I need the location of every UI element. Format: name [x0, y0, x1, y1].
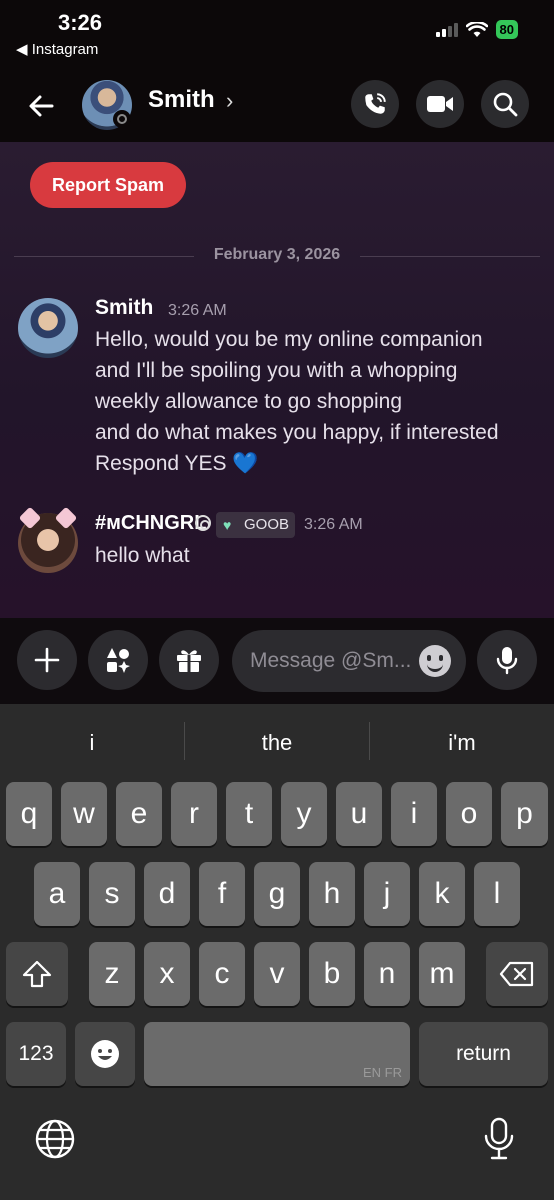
message-list[interactable]: Report Spam February 3, 2026 Smith 3:26 … [0, 142, 554, 618]
status-icons: 80 [435, 20, 518, 39]
key-o[interactable]: o [446, 782, 492, 846]
suggestion-2[interactable]: the [185, 724, 369, 762]
back-arrow-icon[interactable] [22, 86, 62, 126]
search-button[interactable] [481, 80, 529, 128]
space-key[interactable]: EN FR [144, 1022, 410, 1086]
sender-avatar[interactable] [18, 298, 78, 358]
key-q[interactable]: q [6, 782, 52, 846]
battery-indicator: 80 [495, 20, 518, 39]
emoji-keyboard-icon [91, 1040, 119, 1068]
attach-button[interactable] [17, 630, 77, 690]
message-author[interactable]: #ᴍCHNGRL [95, 512, 206, 535]
video-call-icon [427, 96, 453, 112]
message-line: hello what [95, 544, 190, 567]
gift-button[interactable] [159, 630, 219, 690]
key-d[interactable]: d [144, 862, 190, 926]
key-u[interactable]: u [336, 782, 382, 846]
wifi-icon [465, 21, 488, 37]
message-timestamp: 3:26 AM [168, 302, 227, 319]
guild-tag-badge[interactable]: ♥ GOOB [216, 512, 296, 538]
apps-icon [107, 648, 130, 673]
plus-icon [34, 647, 60, 673]
shift-icon [22, 960, 52, 988]
voice-call-button[interactable] [351, 80, 399, 128]
heart-icon: ♥ [223, 517, 232, 533]
key-l[interactable]: l [474, 862, 520, 926]
key-h[interactable]: h [309, 862, 355, 926]
key-n[interactable]: n [364, 942, 410, 1006]
message-line: Hello, would you be my online companion [95, 328, 483, 351]
key-y[interactable]: y [281, 782, 327, 846]
key-t[interactable]: t [226, 782, 272, 846]
key-c[interactable]: c [199, 942, 245, 1006]
back-to-app-link[interactable]: ◀ Instagram [16, 40, 98, 58]
key-x[interactable]: x [144, 942, 190, 1006]
voice-call-icon [365, 93, 386, 114]
key-k[interactable]: k [419, 862, 465, 926]
message-line: Respond YES 💙 [95, 452, 259, 475]
offline-status-icon [113, 110, 131, 128]
guild-tag-label: GOOB [244, 516, 290, 533]
key-j[interactable]: j [364, 862, 410, 926]
conversation-header: Smith › [0, 70, 554, 142]
ios-keyboard: i the i'm q w e r t y u i o p a s d f g … [0, 704, 554, 1200]
key-r[interactable]: r [171, 782, 217, 846]
gift-icon [177, 650, 201, 672]
key-g[interactable]: g [254, 862, 300, 926]
key-a[interactable]: a [34, 862, 80, 926]
message-input[interactable] [250, 630, 420, 692]
key-p[interactable]: p [501, 782, 548, 846]
report-spam-button[interactable]: Report Spam [30, 162, 186, 208]
key-s[interactable]: s [89, 862, 135, 926]
return-key[interactable]: return [419, 1022, 548, 1086]
globe-icon[interactable] [34, 1118, 76, 1160]
cellular-signal-icon [435, 22, 458, 37]
key-b[interactable]: b [309, 942, 355, 1006]
numbers-key[interactable]: 123 [6, 1022, 66, 1086]
backspace-icon [499, 961, 534, 987]
backspace-key[interactable] [486, 942, 548, 1006]
message-body[interactable]: hello what [95, 540, 545, 571]
microphone-icon [496, 647, 518, 675]
message-line: weekly allowance to go shopping [95, 390, 403, 413]
status-bar: 3:26 ◀ Instagram 80 [0, 0, 554, 70]
shift-key[interactable] [6, 942, 68, 1006]
suggestion-3[interactable]: i'm [370, 724, 554, 762]
emoji-key[interactable] [75, 1022, 135, 1086]
voice-message-button[interactable] [477, 630, 537, 690]
key-i[interactable]: i [391, 782, 437, 846]
emoji-icon[interactable] [419, 645, 451, 677]
clock-time: 3:26 [58, 10, 103, 35]
cat-ears-decoration-icon [18, 506, 78, 530]
suggestion-1[interactable]: i [0, 724, 184, 762]
apps-button[interactable] [88, 630, 148, 690]
date-divider-label: February 3, 2026 [213, 246, 341, 263]
search-icon [493, 92, 518, 117]
message-composer [0, 618, 554, 704]
key-v[interactable]: v [254, 942, 300, 1006]
key-z[interactable]: z [89, 942, 135, 1006]
message-line: and I'll be spoiling you with a whopping [95, 359, 458, 382]
key-e[interactable]: e [116, 782, 162, 846]
dictation-microphone-icon[interactable] [482, 1116, 516, 1162]
contact-name[interactable]: Smith [148, 86, 215, 114]
message-timestamp: 3:26 AM [304, 516, 363, 533]
key-w[interactable]: w [61, 782, 107, 846]
message-input-pill[interactable] [232, 630, 466, 692]
message-author[interactable]: Smith [95, 296, 153, 320]
language-hint: EN FR [363, 1065, 402, 1080]
message-body[interactable]: Hello, would you be my online companion … [95, 324, 545, 479]
video-call-button[interactable] [416, 80, 464, 128]
date-divider: February 3, 2026 [14, 246, 540, 266]
key-m[interactable]: m [419, 942, 465, 1006]
message-line: and do what makes you happy, if interest… [95, 421, 499, 444]
chevron-right-icon[interactable]: › [226, 88, 233, 114]
spiral-icon [195, 515, 211, 531]
key-f[interactable]: f [199, 862, 245, 926]
